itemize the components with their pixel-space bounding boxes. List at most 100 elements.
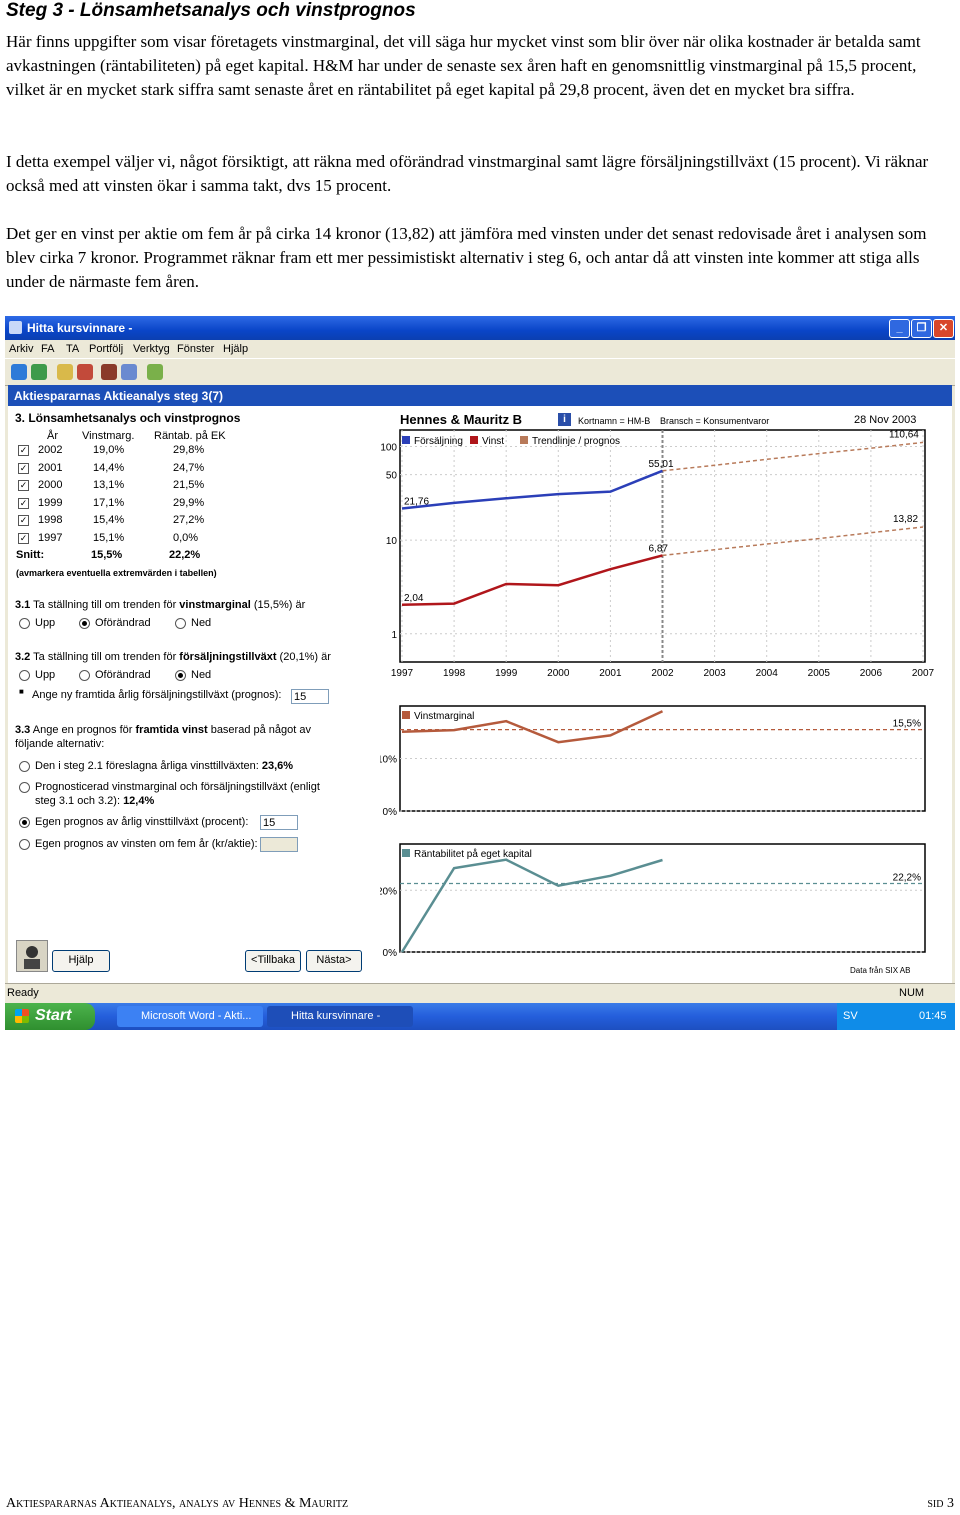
table-cell-roe: 21,5% <box>173 479 205 491</box>
opt2-value: 12,4% <box>123 795 155 807</box>
earnings-growth-input[interactable]: 15 <box>260 815 298 830</box>
s31-radio-unchanged[interactable] <box>79 618 90 629</box>
menu-bar: Arkiv FA TA Portfölj Verktyg Fönster Hjä… <box>5 340 955 358</box>
magnifier-icon[interactable] <box>121 364 137 380</box>
export-icon[interactable] <box>147 364 163 380</box>
opt4-radio[interactable] <box>19 839 30 850</box>
s33-text-c: följande alternativ: <box>15 738 105 750</box>
s32-radio-down[interactable] <box>175 670 186 681</box>
margin-chart-legend-label: Vinstmarginal <box>414 711 474 722</box>
roe-chart-legend-label: Räntabilitet på eget kapital <box>414 848 532 860</box>
windows-logo-icon <box>15 1009 29 1023</box>
table-cell-roe: 27,2% <box>173 514 205 526</box>
table-cell-margin: 17,1% <box>93 496 125 509</box>
table-cell-margin: 15,4% <box>93 514 125 526</box>
s33-text-b: baserad på något av <box>207 724 311 736</box>
close-button[interactable]: ✕ <box>933 319 954 338</box>
next-button[interactable]: Nästa> <box>306 950 362 972</box>
s31-radio-down[interactable] <box>175 618 186 629</box>
menu-portfolj[interactable]: Portfölj <box>89 343 123 355</box>
margin-chart-y-tick: 10% <box>380 755 397 766</box>
table-cell-roe: 24,7% <box>173 461 205 474</box>
x-tick-label: 2004 <box>756 668 779 679</box>
x-tick-label: 1998 <box>443 668 466 679</box>
s31-label-up: Upp <box>35 617 56 629</box>
app-icon <box>9 321 22 334</box>
window-titlebar: Hitta kursvinnare - _ ❐ ✕ <box>5 316 955 340</box>
opt1-radio[interactable] <box>19 761 30 772</box>
row-checkbox[interactable]: ✓ <box>18 497 29 509</box>
window-title: Hitta kursvinnare - <box>27 321 133 335</box>
s32-tail: (20,1%) är <box>276 651 331 663</box>
task-word[interactable]: Microsoft Word - Akti... <box>117 1006 263 1027</box>
menu-arkiv[interactable]: Arkiv <box>9 343 33 355</box>
table-cell-year: 1998 <box>38 514 63 526</box>
x-tick-label: 2002 <box>651 668 674 679</box>
opt2-radio[interactable] <box>19 782 30 793</box>
x-tick-label: 2001 <box>599 668 622 679</box>
left-panel: 3. Lönsamhetsanalys och vinstprognos År … <box>8 406 380 983</box>
menu-hjalp[interactable]: Hjälp <box>223 343 248 355</box>
y-tick-label: 100 <box>380 442 397 453</box>
s32-sub-label: Ange ny framtida årlig försäljningstillv… <box>32 689 282 701</box>
charts-svg: 100 50 10 1 1997 1998 1999 2000 2001 2002 2003 2004… <box>380 429 935 959</box>
paragraph-assumption: I detta exempel väljer vi, något försikt… <box>6 152 929 195</box>
x-tick-label: 2003 <box>703 668 726 679</box>
x-tick-label: 2006 <box>860 668 883 679</box>
table-cell-year: 2000 <box>38 479 63 491</box>
table-cell-margin: 19,0% <box>93 444 125 456</box>
briefcase-icon[interactable] <box>101 364 117 380</box>
s31-radio-up[interactable] <box>19 618 30 629</box>
language-indicator[interactable]: SV <box>843 1010 858 1022</box>
x-tick-label: 2005 <box>808 668 831 679</box>
clock: 01:45 <box>919 1010 947 1022</box>
s33-bold: framtida vinst <box>135 724 208 736</box>
chart-panel: Hennes & Mauritz B i Kortnamn = HM-B Bra… <box>380 406 952 983</box>
data-label: 2,04 <box>404 593 424 604</box>
row-checkbox[interactable]: ✓ <box>18 462 29 474</box>
fa-icon[interactable] <box>57 364 73 380</box>
bullet-icon: ■ <box>19 687 24 696</box>
s31-label-down: Ned <box>191 617 212 629</box>
minimize-button[interactable]: _ <box>889 319 910 338</box>
roe-chart-y-tick: 0% <box>383 948 398 959</box>
menu-ta[interactable]: TA <box>66 343 79 355</box>
opt1-text: Den i steg 2.1 föreslagna årliga vinstti… <box>35 760 262 772</box>
refresh-icon[interactable] <box>31 364 47 380</box>
menu-fonster[interactable]: Fönster <box>177 343 214 355</box>
table-cell-roe: 29,9% <box>173 496 205 509</box>
s32-question: 3.2 Ta ställning till om trenden för för… <box>15 651 331 663</box>
globe-icon[interactable] <box>11 364 27 380</box>
earnings-forecast-input[interactable] <box>260 837 298 852</box>
legend-label: Vinst <box>482 436 504 447</box>
data-label: 13,82 <box>893 514 918 525</box>
data-label: 110,64 <box>889 429 919 440</box>
y-tick-label: 1 <box>391 630 397 641</box>
back-button[interactable]: <Tillbaka <box>245 950 301 972</box>
s32-radio-unchanged[interactable] <box>79 670 90 681</box>
opt3-radio[interactable] <box>19 817 30 828</box>
toolbar <box>5 358 955 386</box>
row-checkbox[interactable]: ✓ <box>18 515 29 526</box>
s32-radio-up[interactable] <box>19 670 30 681</box>
status-text: Ready <box>7 987 39 999</box>
row-checkbox[interactable]: ✓ <box>18 532 29 544</box>
ta-icon[interactable] <box>77 364 93 380</box>
x-tick-label: 2007 <box>912 668 935 679</box>
advisor-icon <box>16 940 48 972</box>
start-button[interactable]: Start <box>5 1003 95 1030</box>
row-checkbox[interactable]: ✓ <box>18 480 29 491</box>
maximize-button[interactable]: ❐ <box>911 319 932 338</box>
legend-swatch <box>402 436 410 444</box>
margin-chart-y-tick: 0% <box>383 807 398 818</box>
row-checkbox[interactable]: ✓ <box>18 445 29 456</box>
table-cell-year: 2002 <box>38 444 63 456</box>
sales-growth-input[interactable]: 15 <box>291 689 329 704</box>
s31-label-unchanged: Oförändrad <box>95 617 151 629</box>
y-tick-label: 10 <box>386 536 398 547</box>
help-button[interactable]: Hjälp <box>52 950 110 972</box>
task-app[interactable]: Hitta kursvinnare - <box>267 1006 413 1027</box>
menu-fa[interactable]: FA <box>41 343 54 355</box>
data-label: 21,76 <box>404 497 429 508</box>
menu-verktyg[interactable]: Verktyg <box>133 343 170 355</box>
